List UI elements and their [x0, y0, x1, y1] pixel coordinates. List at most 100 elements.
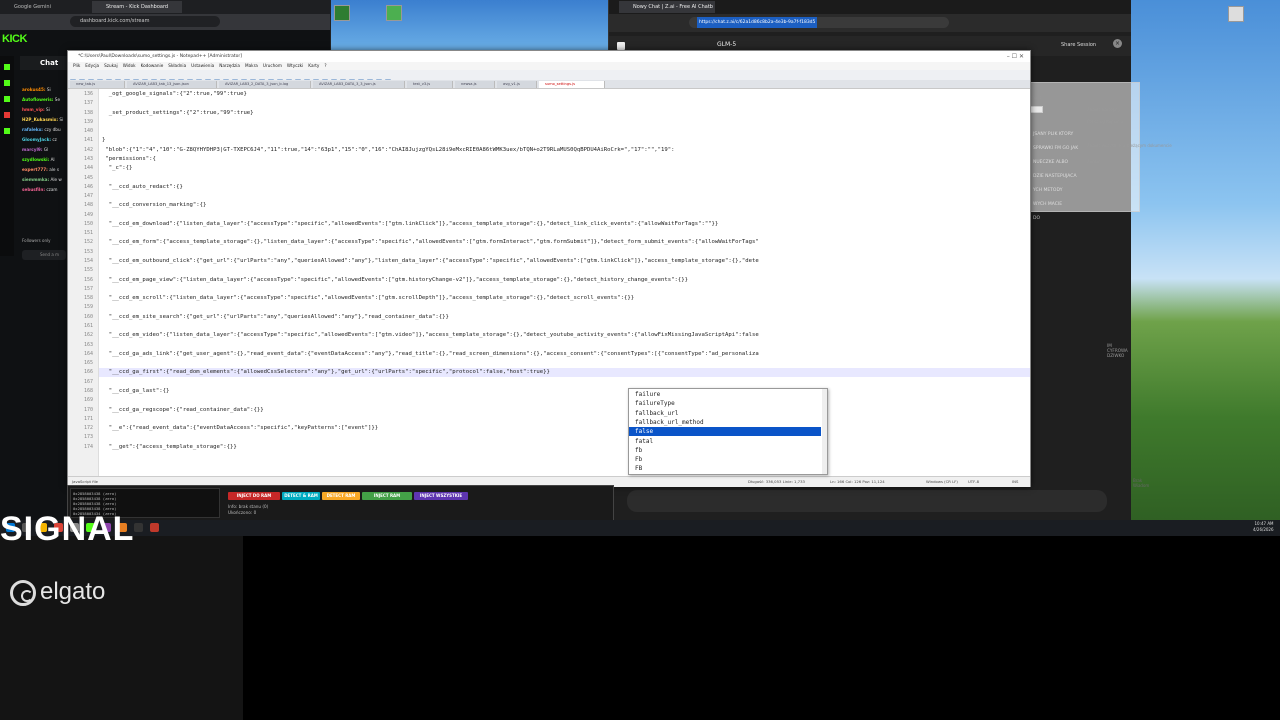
autocomplete-item[interactable]: failureType — [629, 399, 821, 408]
code-line[interactable]: "__ccd_ga_ads_link":{"get_user_agent":{}… — [102, 351, 759, 357]
chat-username[interactable]: sebusfiln: — [22, 187, 45, 192]
chat-browser-tabbar: Nowy Chat | Z.ai - Free AI Chatb — [609, 0, 1131, 14]
code-line[interactable]: "__ccd_auto_redact":{} — [102, 184, 183, 190]
autocomplete-item[interactable]: fb — [629, 446, 821, 455]
chat-username[interactable]: GloomyJack: — [22, 137, 51, 142]
app-icon-4[interactable] — [150, 523, 159, 532]
autocomplete-item[interactable]: fallback_url — [629, 409, 821, 418]
file-tab[interactable]: AVIZAR_LAB3_2_DATA_3_json_b.log — [219, 81, 311, 88]
line-number: 154 — [83, 258, 93, 265]
chat-icon[interactable] — [4, 96, 10, 102]
chat-username[interactable]: rafalekx: — [22, 127, 43, 132]
line-number-gutter: 136 137 138 139 140 141 142 143 144 145 146 147 148 1… — [68, 89, 99, 476]
file-tab[interactable]: AVIZAR_LAB3_DATA_3_3_json.js — [313, 81, 405, 88]
code-line[interactable]: "__ccd_em_site_search":{"get_url":{"urlP… — [102, 314, 449, 320]
desktop-app-icon-2[interactable] — [334, 5, 350, 21]
model-selector[interactable]: GLM-5 — [717, 41, 736, 48]
code-line[interactable]: "__ccd_ga_regscope":{"read_container_dat… — [102, 407, 264, 413]
inject-button[interactable]: INJECT RAM — [362, 492, 412, 500]
chat-send-input[interactable]: Send a m — [22, 250, 66, 260]
stream-icon[interactable] — [4, 80, 10, 86]
code-line[interactable]: "__e":{"read_event_data":{"eventDataAcce… — [102, 425, 378, 431]
file-tab[interactable]: avg_v1.js — [497, 81, 537, 88]
tab-zai-chat[interactable]: Nowy Chat | Z.ai - Free AI Chatb — [619, 1, 715, 13]
inject-ram-button[interactable]: INJECT DO RAM — [228, 492, 280, 500]
menu-item[interactable]: Widok — [123, 62, 136, 70]
file-tab[interactable]: sumo_settings.js — [539, 81, 605, 88]
code-line[interactable]: "permissions":{ — [102, 156, 156, 162]
find-all-button[interactable]: Znajdź wszystkie w bieżącym dokumencie — [1087, 143, 1172, 148]
menu-item[interactable]: Narzędzia — [219, 62, 240, 70]
code-line[interactable]: "__ccd_em_scroll":{"listen_data_layer":{… — [102, 295, 634, 301]
code-line[interactable]: "_c":{} — [102, 165, 133, 171]
tab-gemini[interactable]: Google Gemini — [0, 1, 90, 13]
menu-item[interactable]: Makra — [245, 62, 258, 70]
menu-item[interactable]: Kodowanie — [141, 62, 164, 70]
file-tab[interactable]: AVIZAR_LAB3_tab_13_json.json — [127, 81, 217, 88]
file-tab[interactable]: test_v3.js — [407, 81, 453, 88]
chat-username[interactable]: marcyl9: — [22, 147, 43, 152]
desktop-app-icon[interactable] — [386, 5, 402, 21]
code-line[interactable]: "__ccd_conversion_marking":{} — [102, 202, 207, 208]
autocomplete-item[interactable]: fallback_url_method — [629, 418, 821, 427]
code-line[interactable]: "blob":{"1":"4","10":"G-Z8QYHYDHP3|GT-TX… — [102, 147, 674, 153]
menu-item[interactable]: Uruchom — [263, 62, 282, 70]
code-line[interactable]: _set_product_settings":{"2":true,"99":tr… — [102, 110, 254, 116]
kick-address-field[interactable]: dashboard.kick.com/stream — [70, 16, 220, 27]
code-line[interactable]: } — [102, 137, 105, 143]
taskbar-clock[interactable]: 10:47 AM 4/26/2026 — [1253, 521, 1274, 533]
autocomplete-scrollbar[interactable] — [822, 389, 827, 474]
code-editor[interactable]: 136 137 138 139 140 141 142 143 144 145 146 147 148 1… — [68, 89, 1030, 476]
menu-item[interactable]: Ustawienia — [191, 62, 214, 70]
chat-username[interactable]: Autofloweris: — [22, 97, 53, 102]
code-line[interactable]: "__ccd_em_page_view":{"listen_data_layer… — [102, 277, 688, 283]
line-number: 148 — [83, 202, 93, 209]
autocomplete-item[interactable]: fatal — [629, 437, 821, 446]
chat-username[interactable]: szydlowski: — [22, 157, 49, 162]
npp-window-controls[interactable]: – ☐ ✕ — [1007, 53, 1024, 60]
dashboard-icon[interactable] — [4, 64, 10, 70]
code-line[interactable]: "__get":{"access_template_storage":{}} — [102, 444, 237, 450]
autocomplete-list[interactable]: failure failureType fallback_url fallback_u… — [628, 388, 828, 475]
detect-button[interactable]: DETECT RAM — [322, 492, 360, 500]
chat-username[interactable]: arokus45: — [22, 87, 46, 92]
file-tab[interactable]: new_tab.js — [70, 81, 125, 88]
chat-username[interactable]: siemmmka: — [22, 177, 49, 182]
detect-ram-button[interactable]: DETECT & RAM — [282, 492, 320, 500]
settings-icon[interactable] — [4, 128, 10, 134]
app-icon-3[interactable] — [134, 523, 143, 532]
close-dialog-button[interactable]: Zamknij — [1087, 159, 1103, 164]
chat-username[interactable]: expert777: — [22, 167, 48, 172]
chat-username[interactable]: hmm_vip: — [22, 107, 45, 112]
menu-item[interactable]: Składnia — [168, 62, 186, 70]
chat-username[interactable]: H2P_Kukasmix: — [22, 117, 58, 122]
kick-logo: KICK — [2, 33, 27, 45]
autocomplete-item[interactable]: failure — [629, 390, 821, 399]
menu-item[interactable]: Szukaj — [104, 62, 118, 70]
share-session-button[interactable]: Share Session — [1061, 42, 1096, 48]
menu-item[interactable]: Edycja — [85, 62, 99, 70]
code-line[interactable]: "__ccd_em_download":{"listen_data_layer"… — [102, 221, 719, 227]
tab-kick-dashboard[interactable]: Stream - Kick Dashboard — [92, 1, 182, 13]
inject-all-button[interactable]: INJECT WSZYSTKIE — [414, 492, 468, 500]
autocomplete-item[interactable]: Fb — [629, 455, 821, 464]
menu-item[interactable]: Wtyczki — [287, 62, 303, 70]
menu-item[interactable]: Karty — [308, 62, 319, 70]
code-line[interactable]: "__ccd_em_form":{"access_template_storag… — [102, 239, 759, 245]
close-icon[interactable]: × — [1113, 39, 1122, 48]
find-next-button[interactable]: Znajdź następny — [1087, 107, 1120, 112]
desktop-file-icon[interactable] — [1228, 6, 1244, 22]
live-icon[interactable] — [4, 112, 10, 118]
code-line[interactable]: "__ccd_ga_first":{"read_dom_elements":{"… — [102, 369, 550, 375]
code-line[interactable]: "__ccd_ga_last":{} — [102, 388, 170, 394]
count-button[interactable]: Policz wystąpienia — [1087, 119, 1123, 124]
chat-prompt-input[interactable] — [627, 490, 1107, 512]
autocomplete-item-selected[interactable]: false — [629, 427, 821, 437]
menu-item[interactable]: ? — [324, 62, 326, 70]
file-tab[interactable]: newsa.js — [455, 81, 495, 88]
code-line[interactable]: "__ccd_em_outbound_click":{"get_url":{"u… — [102, 258, 759, 264]
code-line[interactable]: _ogt_google_signals":{"2":true,"99":true… — [102, 91, 247, 97]
autocomplete-item[interactable]: FB — [629, 464, 821, 473]
menu-item[interactable]: Plik — [73, 62, 80, 70]
code-line[interactable]: "__ccd_em_video":{"listen_data_layer":{"… — [102, 332, 759, 338]
